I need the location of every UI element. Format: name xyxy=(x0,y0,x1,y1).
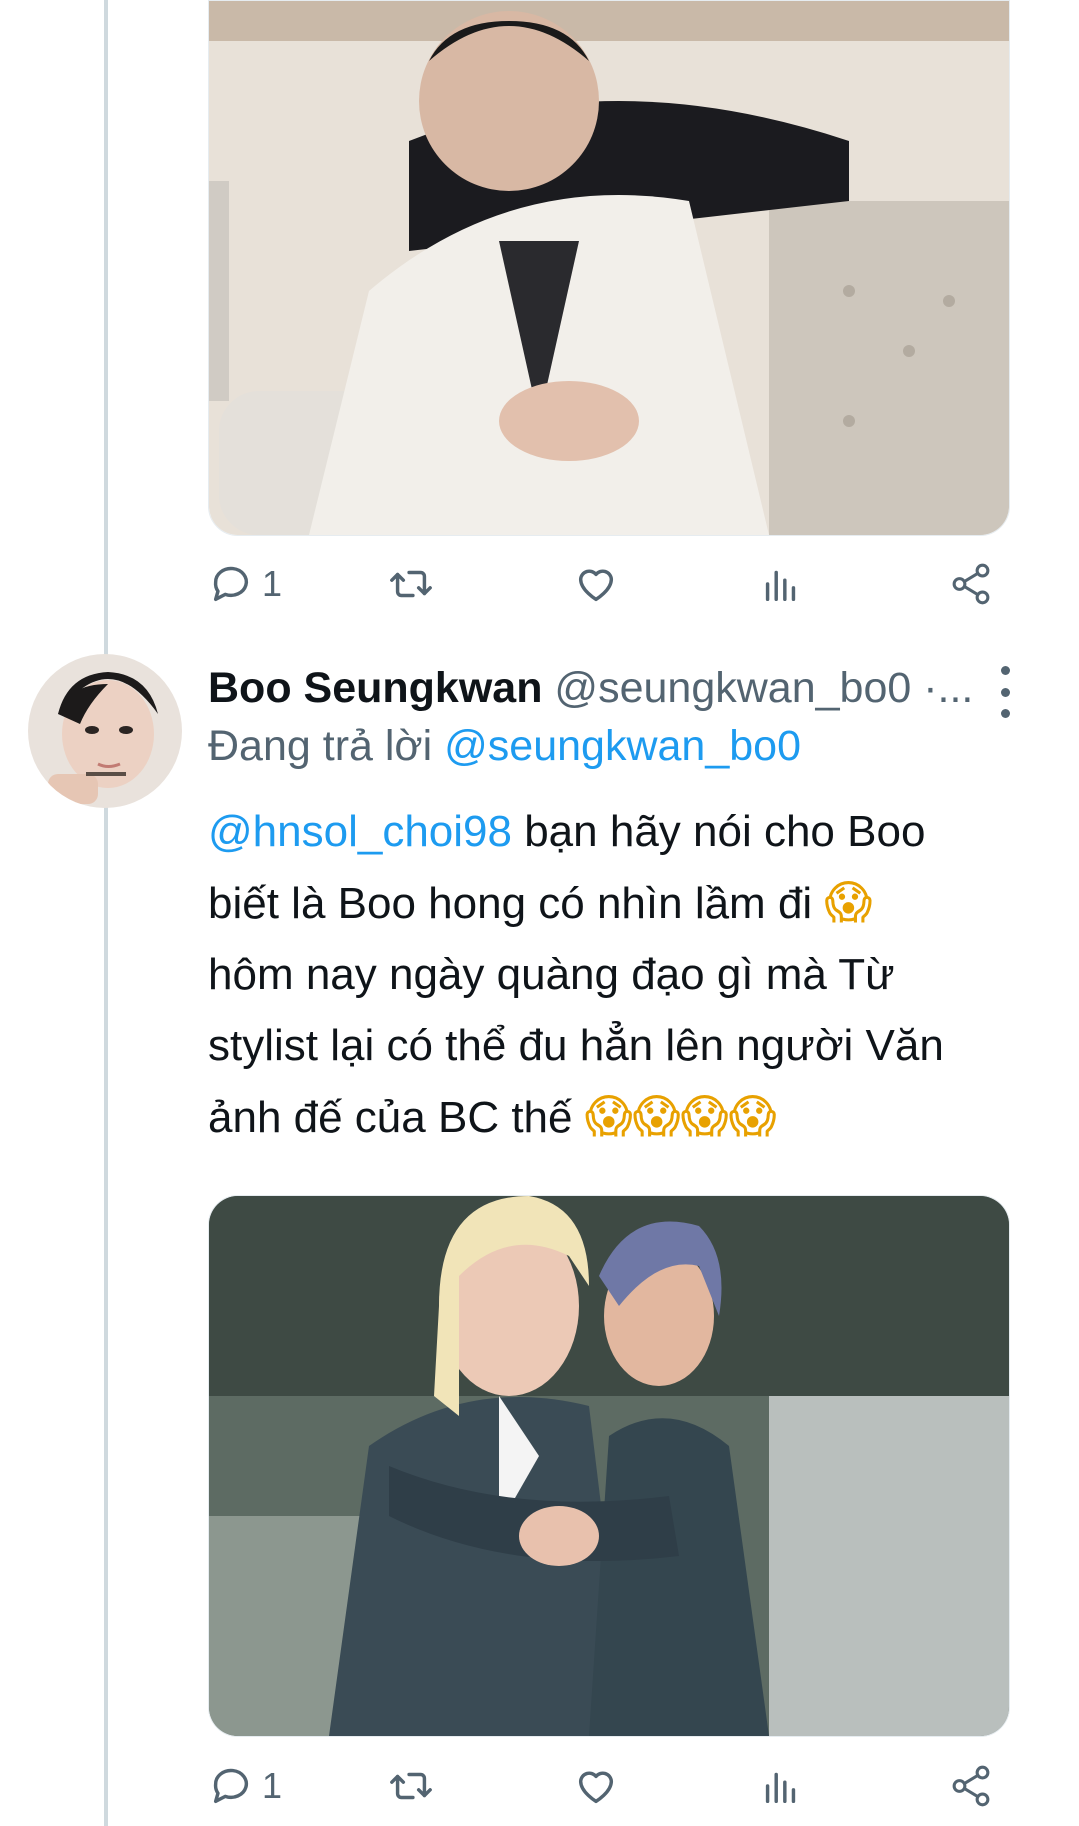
replying-to-mention[interactable]: @seungkwan_bo0 xyxy=(444,722,801,770)
tweet-header: Boo Seungkwan @seungkwan_bo0 ·... xyxy=(208,662,978,714)
thread-connector-line xyxy=(104,0,108,1826)
tweet-text-span: bạn hãy nói cho Boo xyxy=(511,807,926,856)
display-name[interactable]: Boo Seungkwan xyxy=(208,664,542,712)
like-button[interactable] xyxy=(573,1756,619,1816)
bar-chart-icon xyxy=(765,570,796,602)
screaming-face-emoji-group: 😱😱😱😱 xyxy=(584,1089,777,1143)
tweet-photo-top[interactable] xyxy=(208,0,1010,536)
more-dot-icon xyxy=(1000,687,1010,697)
tweet-photo-reply[interactable] xyxy=(208,1195,1010,1737)
retweet-icon xyxy=(390,1772,432,1800)
tweet-text-line: @hnsol_choi98 bạn hãy nói cho Boo xyxy=(208,796,1008,867)
more-dot-icon xyxy=(1000,666,1010,675)
retweet-button[interactable] xyxy=(388,554,434,614)
heart-icon xyxy=(578,1771,614,1804)
bar-chart-icon xyxy=(765,1772,796,1804)
retweet-icon xyxy=(390,570,432,598)
reply-icon xyxy=(213,1768,248,1804)
share-icon xyxy=(952,563,990,605)
tweet-text-span: ảnh đế của BC thế xyxy=(208,1093,585,1142)
share-button[interactable] xyxy=(948,1756,994,1816)
like-button[interactable] xyxy=(573,554,619,614)
views-button[interactable] xyxy=(758,554,804,614)
replying-to: Đang trả lời @seungkwan_bo0 xyxy=(208,720,801,772)
reply-button[interactable]: 1 xyxy=(208,554,282,614)
tweet-text-line: hôm nay ngày quàng đạo gì mà Từ xyxy=(208,950,895,999)
user-handle[interactable]: @seungkwan_bo0 ·... xyxy=(554,664,973,712)
heart-icon xyxy=(578,569,614,602)
screaming-face-emoji: 😱 xyxy=(824,875,873,929)
reply-count: 1 xyxy=(262,1765,283,1806)
share-icon xyxy=(952,1765,990,1807)
replying-to-prefix: Đang trả lời xyxy=(208,722,433,770)
reply-button[interactable]: 1 xyxy=(208,1756,282,1816)
tweet-text: @hnsol_choi98 bạn hãy nói cho Boo biết l… xyxy=(208,796,1008,1153)
reply-count: 1 xyxy=(262,563,283,604)
tweet-text-line: biết là Boo hong có nhìn lầm đi 😱 xyxy=(208,867,1008,939)
more-dot-icon xyxy=(1000,709,1010,718)
share-button[interactable] xyxy=(948,554,994,614)
photo-embrace-scene xyxy=(209,1196,1009,1736)
tweet-text-span: biết là Boo hong có nhìn lầm đi xyxy=(208,879,825,928)
more-options-button[interactable] xyxy=(990,666,1020,718)
photo-couch-scene xyxy=(209,1,1009,535)
avatar-photo xyxy=(28,654,182,808)
tweet-text-line: ảnh đế của BC thế 😱😱😱😱 xyxy=(208,1081,1008,1153)
reply-icon xyxy=(213,566,248,602)
mention-link[interactable]: @hnsol_choi98 xyxy=(208,807,512,856)
tweet-actions-top: 1 xyxy=(208,554,1008,614)
tweet-text-line: stylist lại có thể đu hẳn lên người Văn xyxy=(208,1021,944,1070)
avatar[interactable] xyxy=(28,654,182,808)
tweet-actions-reply: 1 xyxy=(208,1756,1008,1816)
retweet-button[interactable] xyxy=(388,1756,434,1816)
views-button[interactable] xyxy=(758,1756,804,1816)
